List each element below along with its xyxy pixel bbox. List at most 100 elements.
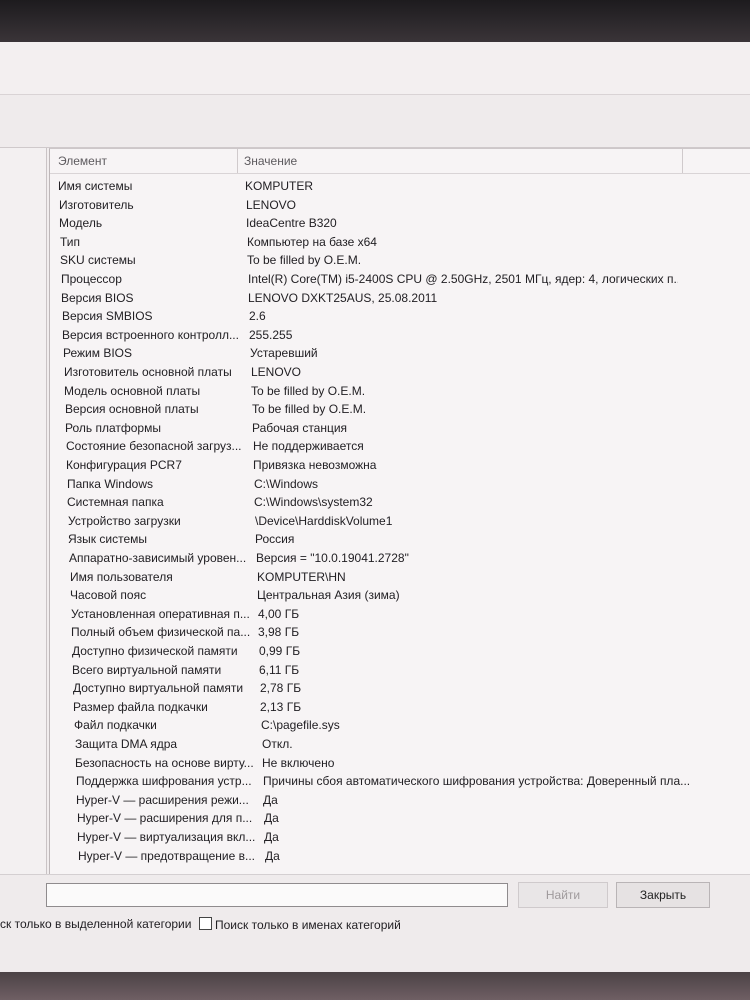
list-row[interactable]: Доступно физической памяти 0,99 ГБ: [50, 642, 750, 661]
row-name: Режим BIOS: [63, 346, 133, 361]
list-row[interactable]: Установленная оперативная п... 4,00 ГБ: [50, 605, 750, 624]
row-value: LENOVO: [246, 197, 297, 212]
list-row[interactable]: Конфигурация PCR7 Привязка невозможна: [50, 456, 750, 475]
row-name: Hyper-V — расширения режи...: [76, 792, 249, 807]
list-row[interactable]: Часовой пояс Центральная Азия (зима): [50, 586, 750, 605]
row-value: C:\Windows: [254, 476, 319, 491]
row-value: Россия: [255, 532, 295, 547]
row-value: Привязка невозможна: [253, 458, 377, 472]
list-row[interactable]: Hyper-V — предотвращение в... Да: [50, 847, 750, 866]
system-information-window: Элемент Значение Имя системы KOMPUTER Изго…: [0, 42, 750, 972]
row-value: To be filled by O.E.M.: [252, 402, 367, 417]
row-value: To be filled by O.E.M.: [247, 253, 362, 268]
row-name: Системная папка: [67, 495, 164, 510]
row-value: KOMPUTER: [245, 179, 314, 193]
list-row[interactable]: Изготовитель основной платы LENOVO: [50, 363, 750, 382]
row-name: Установленная оперативная п...: [71, 606, 250, 621]
row-value: Да: [265, 848, 280, 863]
row-name: Hyper-V — предотвращение в...: [78, 848, 256, 863]
list-row[interactable]: Аппаратно-зависимый уровен... Версия = "1…: [50, 549, 750, 568]
row-value: 4,00 ГБ: [258, 606, 300, 621]
row-value: Да: [263, 792, 278, 807]
row-name: Hyper-V — виртуализация вкл...: [77, 830, 256, 844]
list-row[interactable]: Язык системы Россия: [50, 530, 750, 549]
list-row[interactable]: Папка Windows C:\Windows: [50, 475, 750, 494]
list-row[interactable]: Изготовитель LENOVO: [50, 196, 750, 215]
list-row[interactable]: Устройство загрузки \Device\HarddiskVolum…: [50, 512, 750, 531]
close-button[interactable]: Закрыть: [616, 882, 710, 908]
row-value: Да: [264, 811, 279, 826]
list-row[interactable]: Безопасность на основе вирту... Не включе…: [50, 754, 750, 773]
row-value: C:\pagefile.sys: [261, 718, 340, 733]
row-value: IdeaCentre B320: [246, 216, 337, 231]
row-name: Версия SMBIOS: [62, 309, 153, 324]
row-value: C:\Windows\system32: [254, 495, 373, 510]
list-row[interactable]: Версия основной платы To be filled by O.E…: [50, 400, 750, 419]
list-row[interactable]: Версия SMBIOS 2.6: [50, 307, 750, 326]
row-name: Папка Windows: [67, 476, 153, 491]
list-row[interactable]: Имя системы KOMPUTER: [50, 177, 750, 196]
list-row[interactable]: Модель IdeaCentre B320: [50, 214, 750, 233]
monitor-bezel-top: [0, 0, 750, 42]
list-row[interactable]: Защита DMA ядра Откл.: [50, 735, 750, 754]
list-row[interactable]: Всего виртуальной памяти 6,11 ГБ: [50, 661, 750, 680]
list-row[interactable]: Режим BIOS Устаревший: [50, 344, 750, 363]
list-row[interactable]: Модель основной платы To be filled by O.E…: [50, 382, 750, 401]
list-row[interactable]: Имя пользователя KOMPUTER\HN: [50, 568, 750, 587]
row-value: \Device\HarddiskVolume1: [255, 513, 393, 528]
checkbox-icon[interactable]: [199, 917, 212, 930]
row-name: Имя системы: [58, 179, 133, 193]
row-name: SKU системы: [60, 253, 136, 268]
list-row[interactable]: Поддержка шифрования устр... Причины сбоя…: [50, 772, 750, 791]
row-value: 2.6: [249, 309, 266, 324]
system-summary-list: Элемент Значение Имя системы KOMPUTER Изго…: [49, 148, 750, 875]
list-row[interactable]: Тип Компьютер на базе x64: [50, 233, 750, 252]
list-row[interactable]: Состояние безопасной загруз... Не поддерж…: [50, 437, 750, 456]
list-row[interactable]: Роль платформы Рабочая станция: [50, 419, 750, 438]
list-row[interactable]: Полный объем физической па... 3,98 ГБ: [50, 623, 750, 642]
row-name: Файл подкачки: [74, 718, 157, 733]
row-name: Всего виртуальной памяти: [72, 662, 222, 677]
list-row[interactable]: Файл подкачки C:\pagefile.sys: [50, 716, 750, 735]
list-row[interactable]: Системная папка C:\Windows\system32: [50, 493, 750, 512]
list-row[interactable]: Процессор Intel(R) Core(TM) i5-2400S CPU …: [50, 270, 750, 289]
list-row[interactable]: Hyper-V — расширения режи... Да: [50, 791, 750, 810]
list-row[interactable]: Версия BIOS LENOVO DXKT25AUS, 25.08.2011: [50, 289, 750, 308]
column-separator[interactable]: [237, 149, 238, 173]
row-value: KOMPUTER\HN: [257, 569, 346, 584]
row-value: 3,98 ГБ: [258, 625, 300, 640]
list-row[interactable]: Доступно виртуальной памяти 2,78 ГБ: [50, 679, 750, 698]
row-value: 2,78 ГБ: [260, 681, 302, 696]
category-tree-pane[interactable]: [0, 148, 47, 874]
option-label: Поиск только в именах категорий: [215, 918, 401, 932]
row-value: Не поддерживается: [253, 439, 364, 454]
column-header-value[interactable]: Значение: [244, 154, 297, 168]
column-separator[interactable]: [682, 149, 683, 173]
row-name: Hyper-V — расширения для п...: [77, 811, 253, 826]
option-search-category-names[interactable]: Поиск только в именах категорий: [199, 917, 401, 932]
column-header-element[interactable]: Элемент: [58, 154, 107, 168]
row-name: Процессор: [61, 272, 122, 286]
list-row[interactable]: Hyper-V — виртуализация вкл... Да: [50, 828, 750, 847]
option-search-selected-category[interactable]: ск только в выделенной категории: [0, 917, 191, 931]
row-name: Состояние безопасной загруз...: [66, 439, 242, 454]
title-bar: [0, 42, 750, 95]
find-button[interactable]: Найти: [518, 882, 608, 908]
list-row[interactable]: SKU системы To be filled by O.E.M.: [50, 251, 750, 270]
row-name: Поддержка шифрования устр...: [76, 774, 252, 789]
row-name: Модель основной платы: [64, 383, 201, 398]
menu-bar: [0, 95, 750, 148]
search-input[interactable]: [46, 883, 508, 907]
row-value: Intel(R) Core(TM) i5-2400S CPU @ 2.50GHz…: [248, 272, 678, 286]
list-row[interactable]: Версия встроенного контролл... 255.255: [50, 326, 750, 345]
row-name: Доступно виртуальной памяти: [73, 681, 244, 696]
option-label: ск только в выделенной категории: [0, 917, 192, 931]
row-name: Доступно физической памяти: [72, 644, 238, 658]
row-name: Изготовитель: [59, 197, 134, 212]
row-name: Защита DMA ядра: [75, 737, 178, 751]
list-row[interactable]: Hyper-V — расширения для п... Да: [50, 809, 750, 828]
row-value: 6,11 ГБ: [259, 662, 300, 677]
list-row[interactable]: Размер файла подкачки 2,13 ГБ: [50, 698, 750, 717]
row-name: Имя пользователя: [70, 569, 173, 584]
row-value: Да: [264, 830, 279, 844]
